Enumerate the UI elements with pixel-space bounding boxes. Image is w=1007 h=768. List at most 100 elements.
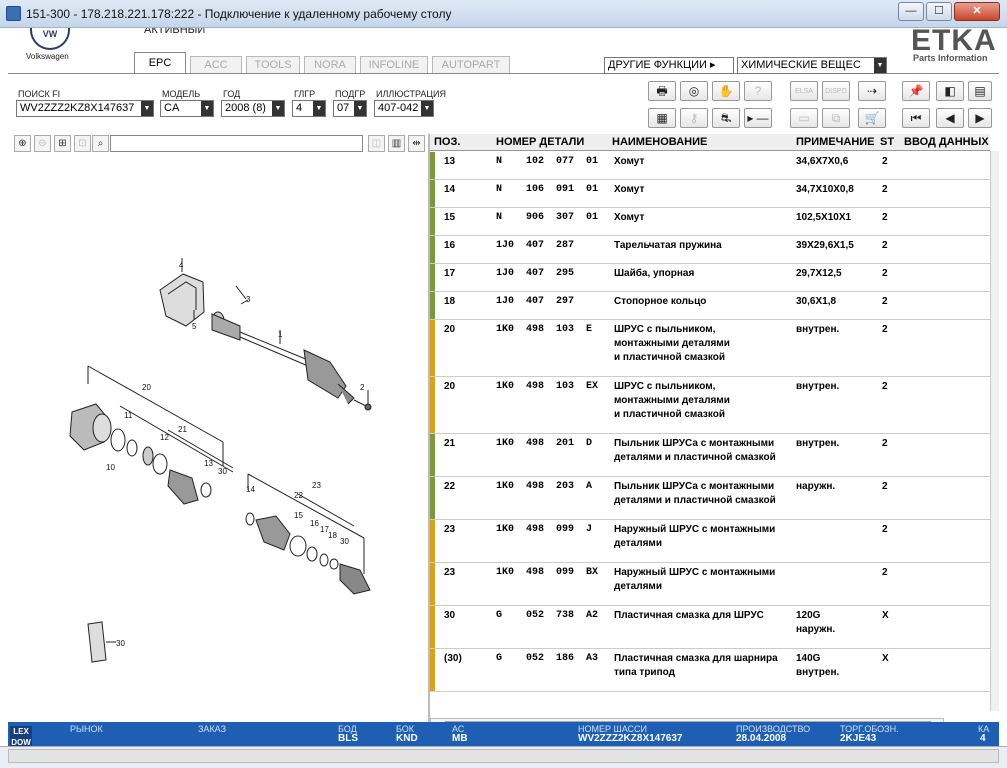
table-row[interactable]: 23 1K0 498 099 J Наружный ШРУС с монтажными де… (430, 520, 990, 563)
col-st[interactable]: ST (880, 136, 894, 148)
part-group-1: 407 (526, 240, 545, 251)
table-row[interactable]: 17 1J0 407 295 Шайба, упорная 29,7X12,5 2 (430, 264, 990, 292)
cart-transfer-icon[interactable]: ⇢ (858, 81, 886, 101)
close-button[interactable]: ✕ (954, 2, 1000, 21)
table-row[interactable]: 18 1J0 407 297 Стопорное кольцо 30,6X1,8 2 (430, 292, 990, 320)
part-note: 102,5X10X1 (796, 212, 852, 223)
tab-acc[interactable]: ACC (190, 56, 242, 74)
next-page-icon[interactable]: ▶ (968, 108, 992, 128)
expand-icon[interactable]: ⇹ (408, 135, 425, 152)
table-row[interactable]: 13 N 102 077 01 Хомут 34,6X7X0,6 2 (430, 152, 990, 180)
bok-value: KND (396, 733, 418, 744)
illustration-select[interactable]: 407-042 ▼ (374, 100, 434, 117)
pin-icon[interactable]: 📌 (902, 81, 930, 101)
maximize-button[interactable]: ☐ (926, 2, 952, 21)
table-row[interactable]: 20 1K0 498 103 EX ШРУС с пыльником, монтажными… (430, 377, 990, 434)
illustration-value: 407-042 (378, 102, 419, 114)
part-name: Пыльник ШРУСа с монтажными (614, 481, 775, 492)
magnifier-icon[interactable]: ⌕ (92, 135, 109, 152)
layout-toggle-icon[interactable]: ◫ (368, 135, 385, 152)
part-group-1: 498 (526, 524, 545, 535)
model-select[interactable]: CA ▼ (160, 100, 214, 117)
notes-icon[interactable]: ◧ (936, 81, 964, 101)
handshake-icon[interactable]: ✋ (712, 81, 740, 101)
tab-nora[interactable]: NORA (304, 56, 356, 74)
dispo-button[interactable]: DISPO (822, 81, 850, 101)
chevron-down-icon: ▼ (272, 101, 284, 116)
table-row[interactable]: 14 N 106 091 01 Хомут 34,7X10X0,8 2 (430, 180, 990, 208)
table-row[interactable]: (30) G 052 186 A3 Пластичная смазка для шарни… (430, 649, 990, 692)
other-functions-button[interactable]: ДРУГИЕ ФУНКЦИИ ▸ (604, 57, 734, 74)
callout-11: 11 (124, 411, 133, 420)
doc-icon[interactable]: ▭ (790, 108, 818, 128)
zoom-out-icon[interactable]: ⊖ (34, 135, 51, 152)
row-status-marker (430, 236, 435, 263)
part-name: Тарельчатая пружина (614, 240, 722, 251)
cart-icon[interactable]: 🛒 (858, 108, 886, 128)
elsa-button[interactable]: ELSA (790, 81, 818, 101)
sub-group-select[interactable]: 07 ▼ (333, 100, 367, 117)
tab-epc[interactable]: EPC (134, 52, 186, 74)
row-position: 20 (444, 381, 456, 392)
part-group-2: 738 (556, 610, 575, 621)
vehicle-icon[interactable]: ⛐ (712, 108, 740, 128)
callout-20: 20 (142, 383, 151, 392)
table-row[interactable]: 30 G 052 738 A2 Пластичная смазка для ШРУС 120… (430, 606, 990, 649)
part-group-1: 498 (526, 567, 545, 578)
tab-infoline[interactable]: INFOLINE (360, 56, 428, 74)
part-name: Стопорное кольцо (614, 296, 707, 307)
tab-tools[interactable]: TOOLS (246, 56, 300, 74)
part-group-2: 186 (556, 653, 575, 664)
split-view-icon[interactable]: ▥ (388, 135, 405, 152)
part-name-line2: монтажными деталями (614, 338, 730, 349)
search-fi-field[interactable]: WV2ZZZ2KZ8X147637 ▼ (16, 100, 154, 117)
table-row[interactable]: 21 1K0 498 201 D Пыльник ШРУСа с монтажными де… (430, 434, 990, 477)
part-note: 34,7X10X0,8 (796, 184, 854, 195)
table-row[interactable]: 22 1K0 498 203 A Пыльник ШРУСа с монтажными де… (430, 477, 990, 520)
part-name-line3: и пластичной смазкой (614, 409, 725, 420)
zoom-area-icon[interactable]: ⊞ (54, 135, 71, 152)
key-icon[interactable]: ⚷ (680, 108, 708, 128)
rdp-horizontal-scrollbar[interactable] (8, 749, 999, 763)
col-entry[interactable]: ВВОД ДАННЫХ П (904, 136, 990, 148)
minimize-button[interactable]: — (898, 2, 924, 21)
col-pos[interactable]: ПОЗ. (434, 136, 460, 148)
table-row[interactable]: 23 1K0 498 099 BX Наружный ШРУС с монтажными д… (430, 563, 990, 606)
chemicals-select[interactable]: ХИМИЧЕСКИЕ ВЕЩЕС ▼ (737, 57, 887, 74)
etka-subtitle: Parts Information (913, 53, 988, 63)
part-prefix: 1K0 (496, 567, 515, 578)
table-row[interactable]: 15 N 906 307 01 Хомут 102,5X10X1 2 (430, 208, 990, 236)
table-row[interactable]: 16 1J0 407 287 Тарельчатая пружина 39X29,6X1,… (430, 236, 990, 264)
window-title: 151-300 - 178.218.221.178:222 - Подключе… (26, 7, 452, 21)
help-icon[interactable]: ? (744, 81, 772, 101)
copy-icon[interactable]: ⧉ (822, 108, 850, 128)
part-suffix: 01 (586, 184, 599, 195)
col-note[interactable]: ПРИМЕЧАНИЕ (796, 136, 875, 148)
next-marker-button[interactable]: ▸ — (744, 108, 772, 128)
row-status-marker (430, 320, 435, 376)
search-part-icon[interactable]: ◎ (680, 81, 708, 101)
col-part-number[interactable]: НОМЕР ДЕТАЛИ (496, 136, 584, 148)
table-vertical-scrollbar[interactable] (990, 151, 999, 711)
part-name-line2: монтажными деталями (614, 395, 730, 406)
part-name: ШРУС с пыльником, (614, 381, 716, 392)
zoom-fit-icon[interactable]: ⊡ (74, 135, 91, 152)
row-position: 20 (444, 324, 456, 335)
parts-diagram[interactable]: 4 3 5 1 2 20 11 12 21 10 13 30 14 22 23 … (8, 154, 427, 719)
previous-page-icon[interactable]: ◀ (936, 108, 964, 128)
tab-autopart[interactable]: AUTOPART (432, 56, 510, 74)
first-page-icon[interactable]: ⏮ (902, 108, 930, 128)
print-icon[interactable]: 🖶 (648, 81, 676, 101)
part-group-2: 307 (556, 212, 575, 223)
row-position: 18 (444, 296, 456, 307)
list-icon[interactable]: ▤ (968, 81, 992, 101)
table-view-icon[interactable]: ▦ (648, 108, 676, 128)
table-row[interactable]: 20 1K0 498 103 E ШРУС с пыльником, монтажными … (430, 320, 990, 377)
order-label: ЗАКАЗ (198, 724, 227, 734)
part-prefix: 1K0 (496, 524, 515, 535)
zoom-in-icon[interactable]: ⊕ (14, 135, 31, 152)
zoom-search-input[interactable] (110, 135, 363, 152)
col-name[interactable]: НАИМЕНОВАНИЕ (612, 136, 707, 148)
year-select[interactable]: 2008 (8) ▼ (221, 100, 285, 117)
main-group-select[interactable]: 4 ▼ (292, 100, 326, 117)
